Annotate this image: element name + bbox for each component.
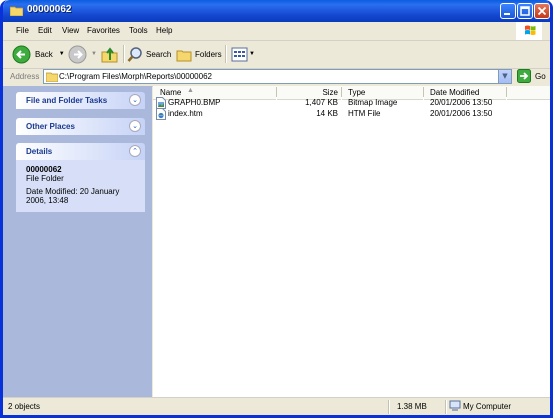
- address-dropdown-button[interactable]: ▼: [498, 70, 511, 83]
- file-folder-tasks-header[interactable]: File and Folder Tasks ⌄: [16, 92, 145, 109]
- back-button[interactable]: Back ▼: [12, 44, 65, 64]
- file-row[interactable]: index.htm 14 KB HTM File 20/01/2006 13:5…: [153, 108, 550, 120]
- my-computer-icon: [449, 400, 461, 411]
- views-icon: [231, 47, 248, 61]
- html-file-icon: [156, 108, 166, 120]
- views-button[interactable]: ▼: [231, 44, 255, 64]
- status-separator: [388, 400, 390, 414]
- status-bar: 2 objects 1.38 MB My Computer: [3, 397, 550, 415]
- toolbar-separator: [123, 45, 125, 63]
- other-places-header[interactable]: Other Places ⌄: [16, 118, 145, 135]
- explorer-window: 00000062 File Edit View Favorites Tools …: [0, 0, 553, 418]
- close-button[interactable]: [534, 3, 550, 19]
- address-bar: Address C:\Program Files\Morph\Reports\0…: [3, 68, 550, 87]
- details-modified-line2: 2006, 13:48: [26, 196, 69, 205]
- details-name: 00000062: [26, 165, 62, 174]
- details-type: File Folder: [26, 174, 64, 183]
- go-button[interactable]: Go: [517, 69, 546, 83]
- menu-favorites[interactable]: Favorites: [87, 26, 120, 35]
- file-name: index.htm: [168, 109, 203, 118]
- chevron-down-icon[interactable]: ⌄: [129, 120, 141, 132]
- details-modified-line1: Date Modified: 20 January: [26, 187, 120, 196]
- forward-button[interactable]: ▼: [68, 44, 97, 64]
- other-places-title: Other Places: [26, 122, 75, 131]
- folders-button[interactable]: Folders: [176, 44, 222, 64]
- menu-edit[interactable]: Edit: [38, 26, 52, 35]
- views-dropdown-icon: ▼: [249, 51, 255, 57]
- standard-toolbar: Back ▼ ▼ Search Folders ▼: [3, 41, 550, 69]
- go-label: Go: [535, 71, 546, 81]
- file-name: GRAPH0.BMP: [168, 98, 221, 107]
- column-name-label: Name: [160, 88, 182, 97]
- file-list: Name ▲ Size Type Date Modified GRAPH0.BM…: [153, 86, 550, 397]
- search-button[interactable]: Search: [127, 44, 171, 64]
- up-folder-icon: [101, 46, 118, 62]
- chevron-up-icon[interactable]: ⌃: [129, 145, 141, 157]
- menu-tools[interactable]: Tools: [129, 26, 148, 35]
- details-panel: 00000062 File Folder Date Modified: 20 J…: [16, 160, 145, 212]
- column-type-label: Type: [348, 88, 366, 97]
- folders-label: Folders: [195, 49, 222, 59]
- column-size-label: Size: [322, 88, 338, 97]
- menu-bar: File Edit View Favorites Tools Help: [3, 22, 550, 41]
- status-location: My Computer: [463, 402, 512, 411]
- chevron-down-icon[interactable]: ⌄: [129, 94, 141, 106]
- address-label: Address: [10, 72, 40, 81]
- up-folder-button[interactable]: [100, 44, 119, 64]
- status-separator: [445, 400, 447, 414]
- forward-arrow-icon: [68, 45, 87, 63]
- back-label: Back: [35, 49, 53, 59]
- window-title: 00000062: [27, 4, 72, 15]
- details-header[interactable]: Details ⌃: [16, 143, 145, 160]
- file-type: HTM File: [348, 109, 381, 118]
- minimize-icon: [504, 13, 510, 15]
- file-type: Bitmap Image: [348, 98, 398, 107]
- file-folder-tasks-title: File and Folder Tasks: [26, 96, 108, 105]
- folders-icon: [176, 50, 192, 61]
- maximize-icon: [520, 6, 530, 16]
- sort-ascending-icon: ▲: [187, 87, 194, 94]
- windows-logo: [516, 22, 542, 40]
- task-pane: File and Folder Tasks ⌄ Other Places ⌄ D…: [3, 86, 152, 397]
- minimize-button[interactable]: [500, 3, 516, 19]
- address-input[interactable]: C:\Program Files\Morph\Reports\00000062 …: [43, 69, 512, 84]
- search-label: Search: [146, 49, 172, 59]
- file-size: 14 KB: [316, 109, 338, 118]
- go-arrow-icon: [517, 69, 531, 83]
- folder-icon: [10, 6, 23, 16]
- menu-view[interactable]: View: [62, 26, 79, 35]
- file-date: 20/01/2006 13:50: [430, 109, 493, 118]
- menu-help[interactable]: Help: [156, 26, 172, 35]
- forward-dropdown-icon[interactable]: ▼: [91, 51, 97, 57]
- details-title: Details: [26, 147, 53, 156]
- folder-icon: [46, 72, 58, 82]
- search-icon: [127, 46, 142, 62]
- windows-flag-icon: [525, 25, 536, 35]
- back-dropdown-icon[interactable]: ▼: [59, 51, 65, 57]
- status-size: 1.38 MB: [397, 402, 427, 411]
- column-date-label: Date Modified: [430, 88, 480, 97]
- file-date: 20/01/2006 13:50: [430, 98, 493, 107]
- status-object-count: 2 objects: [8, 402, 41, 411]
- toolbar-separator: [225, 45, 227, 63]
- file-size: 1,407 KB: [305, 98, 338, 107]
- menu-file[interactable]: File: [16, 26, 29, 35]
- close-icon: [537, 6, 547, 16]
- maximize-button[interactable]: [517, 3, 533, 19]
- title-bar[interactable]: 00000062: [3, 0, 550, 22]
- back-arrow-icon: [12, 45, 31, 63]
- address-path: C:\Program Files\Morph\Reports\00000062: [59, 72, 212, 81]
